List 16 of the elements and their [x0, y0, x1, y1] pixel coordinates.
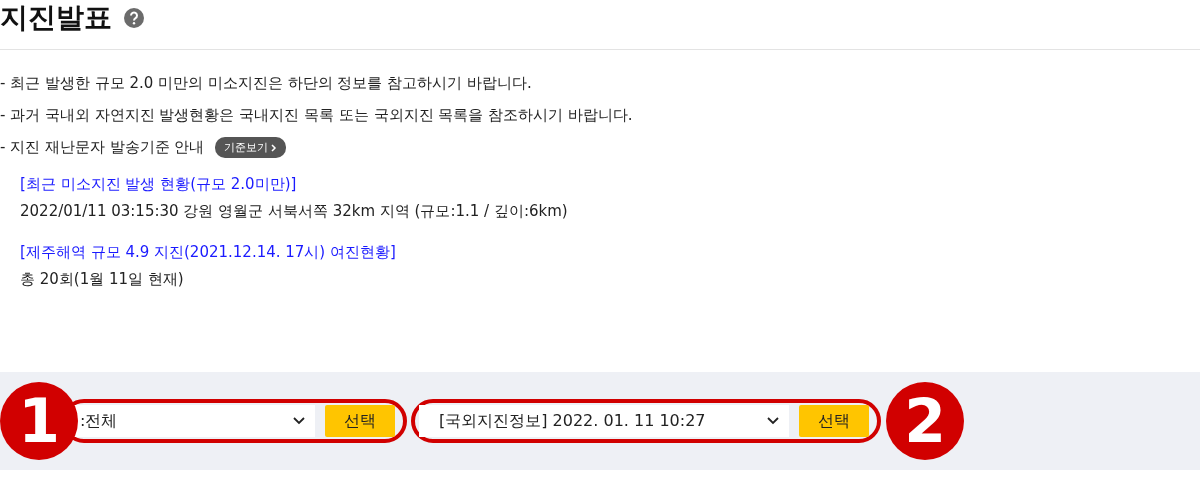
chevron-down-icon: [767, 417, 779, 425]
chevron-right-icon: [270, 143, 277, 152]
report-link[interactable]: [제주해역 규모 4.9 지진(2021.12.14. 17시) 여진현황]: [20, 241, 396, 264]
select-button[interactable]: 선택: [325, 405, 395, 437]
notice-text: - 과거 국내외 자연지진 발생현황은 국내지진 목록 또는 국외지진 목록을 참조하시기 바랍니다.: [0, 105, 633, 126]
help-icon[interactable]: [124, 7, 144, 28]
report-link[interactable]: [최근 미소지진 발생 현황(규모 2.0미만)]: [20, 173, 297, 196]
notice-text: - 최근 발생한 규모 2.0 미만의 미소지진은 하단의 정보를 참고하시기 바랍니다.: [0, 73, 532, 94]
dropdown-select[interactable]: [국외지진정보] 2022. 01. 11 10:27: [419, 405, 789, 437]
select-button[interactable]: 선택: [799, 405, 869, 437]
chevron-down-icon: [293, 417, 305, 425]
report-detail: 총 20회(1월 11일 현재): [20, 269, 185, 290]
page-title: 지진발표: [0, 3, 112, 32]
report-detail: 2022/01/11 03:15:30 강원 영월군 서북서쪽 32km 지역 (규모:1.1 / 깊이:6km): [20, 201, 569, 222]
notice-text: - 지진 재난문자 발송기준 안내: [0, 137, 205, 158]
criteria-button[interactable]: 기준보기: [214, 137, 286, 158]
